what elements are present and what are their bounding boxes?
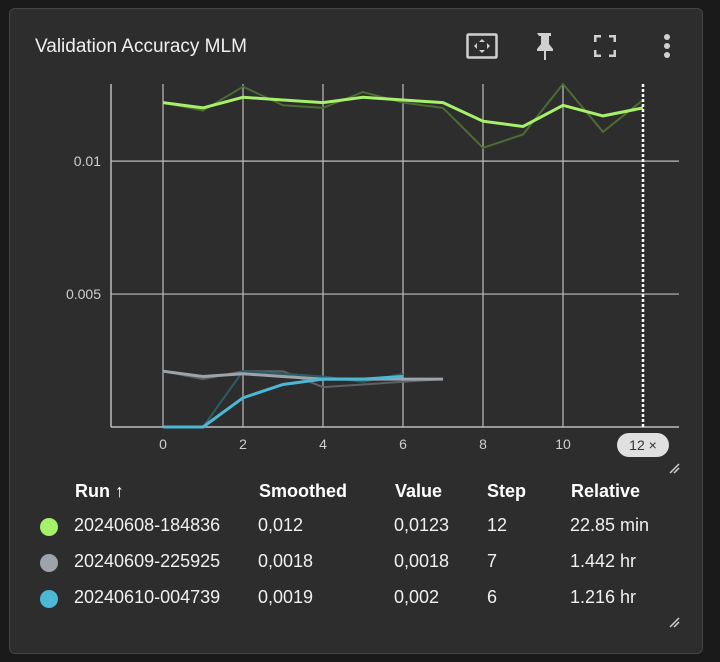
data-point [642, 107, 644, 109]
x-tick-label: 8 [479, 436, 487, 452]
data-point [442, 101, 444, 103]
x-axis-ticks: 0 2 4 6 8 10 [159, 436, 571, 452]
step: 7 [487, 551, 498, 571]
line-chart[interactable]: 0 2 4 6 8 10 0.005 0.01 12 × [10, 9, 704, 479]
step-marker-label: 12 × [629, 437, 657, 453]
x-tick-label: 2 [239, 436, 247, 452]
y-axis-ticks: 0.005 0.01 [66, 153, 101, 302]
data-point [562, 104, 564, 106]
data-point [202, 426, 204, 428]
data-point [522, 125, 524, 127]
column-header-relative[interactable]: Relative [571, 481, 640, 502]
data-point [602, 115, 604, 117]
column-header-step[interactable]: Step [487, 481, 526, 502]
data-point [282, 383, 284, 385]
column-header-run[interactable]: Run ↑ [75, 481, 124, 502]
data-point [202, 375, 204, 377]
data-point [202, 107, 204, 109]
data-point [242, 96, 244, 98]
data-point [402, 375, 404, 377]
scalar-card: Validation Accuracy MLM 0 2 4 6 8 10 0.005 0.0… [9, 8, 703, 654]
data-point [162, 426, 164, 428]
y-tick-label: 0.01 [74, 153, 101, 169]
value: 0,0123 [394, 515, 450, 535]
column-header-smoothed[interactable]: Smoothed [259, 481, 347, 502]
run-name: 20240610-004739 [74, 587, 221, 607]
y-tick-label: 0.005 [66, 286, 101, 302]
x-tick-label: 0 [159, 436, 167, 452]
relative-time: 1.216 hr [570, 587, 637, 607]
value: 0,002 [394, 587, 440, 607]
step: 12 [487, 515, 508, 535]
run-name: 20240608-184836 [74, 515, 221, 535]
step-marker[interactable]: 12 × [617, 84, 669, 457]
run-name: 20240609-225925 [74, 551, 221, 571]
smoothed-value: 0,0019 [258, 587, 314, 607]
smoothed-value: 0,012 [258, 515, 304, 535]
data-point [442, 378, 444, 380]
data-point [242, 373, 244, 375]
run-color-dot[interactable] [40, 554, 58, 572]
smoothed-value: 0,0018 [258, 551, 314, 571]
data-point [402, 378, 404, 380]
run-color-dot[interactable] [40, 518, 58, 536]
relative-time: 1.442 hr [570, 551, 637, 571]
resize-handle-icon[interactable] [668, 462, 680, 474]
run-color-dot[interactable] [40, 590, 58, 608]
table-row[interactable]: 20240609-225925 0,0018 0,0018 7 1.442 hr [10, 545, 704, 579]
step: 6 [487, 587, 498, 607]
data-point [282, 375, 284, 377]
data-point [362, 378, 364, 380]
data-point [242, 397, 244, 399]
data-point [282, 99, 284, 101]
data-point [162, 101, 164, 103]
data-point [482, 120, 484, 122]
relative-time: 22.85 min [570, 515, 650, 535]
resize-handle-icon[interactable] [668, 616, 680, 628]
column-header-value[interactable]: Value [395, 481, 442, 502]
data-point [322, 101, 324, 103]
table-row[interactable]: 20240610-004739 0,0019 0,002 6 1.216 hr [10, 581, 704, 615]
data-point [402, 99, 404, 101]
data-point [362, 96, 364, 98]
data-point [162, 370, 164, 372]
x-tick-label: 6 [399, 436, 407, 452]
value: 0,0018 [394, 551, 450, 571]
data-point [322, 378, 324, 380]
x-tick-label: 10 [555, 436, 571, 452]
x-tick-label: 4 [319, 436, 327, 452]
table-row[interactable]: 20240608-184836 0,012 0,0123 12 22.85 mi… [10, 509, 704, 543]
